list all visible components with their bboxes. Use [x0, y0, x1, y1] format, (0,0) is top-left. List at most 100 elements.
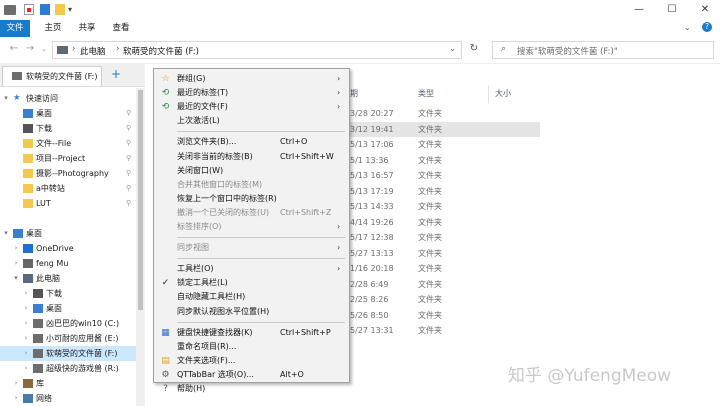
nav-item[interactable]: 文件--File ⚲ — [0, 136, 136, 151]
tab-file[interactable]: 文件 — [0, 20, 30, 37]
collapsed-chevron-icon[interactable]: › — [22, 286, 30, 301]
menu-item[interactable]: 关闭非当前的标签(B) Ctrl+Shift+W — [154, 150, 349, 164]
nav-item[interactable]: 摄影--Photography ⚲ — [0, 166, 136, 181]
file-type-cell[interactable]: 文件夹 — [418, 292, 442, 307]
menu-item[interactable]: ? 帮助(H) — [154, 382, 349, 396]
forward-button[interactable]: → — [24, 43, 36, 55]
file-type-cell[interactable]: 文件夹 — [418, 215, 442, 230]
expanded-chevron-icon[interactable]: ▾ — [2, 226, 10, 241]
column-header-size[interactable]: 大小 — [495, 88, 511, 102]
nav-item[interactable]: › 小可耐的应用酱 (E:) — [0, 331, 136, 346]
tab-share[interactable]: 共享 — [72, 20, 102, 37]
file-type-cell[interactable]: 文件夹 — [418, 308, 442, 323]
maximize-button[interactable]: ☐ — [657, 2, 687, 18]
menu-item[interactable]: ⟲ 最近的文件(F) › — [154, 100, 349, 114]
menu-item[interactable]: ☆ 群组(G) › — [154, 72, 349, 86]
nav-item[interactable]: › 桌面 — [0, 301, 136, 316]
help-icon[interactable]: ? — [702, 22, 712, 32]
collapsed-chevron-icon[interactable]: › — [22, 316, 30, 331]
menu-item[interactable]: ⚙ QTTabBar 选项(O)... Alt+O — [154, 368, 349, 382]
address-box[interactable]: › 此电脑 › 软萌受的文件菌 (F:) ⌄ — [52, 41, 462, 59]
menu-item[interactable]: 自动隐藏工具栏(H) — [154, 290, 349, 304]
menu-item[interactable]: 关闭窗口(W) — [154, 164, 349, 178]
nav-item[interactable]: › 凶巴巴的win10 (C:) — [0, 316, 136, 331]
file-type-cell[interactable]: 文件夹 — [418, 199, 442, 214]
nav-item[interactable]: › feng Mu — [0, 256, 136, 271]
nav-item[interactable]: › 网络 — [0, 391, 136, 406]
file-date-cell[interactable]: 4/14 19:26 — [350, 215, 394, 230]
nav-item[interactable]: 项目--Project ⚲ — [0, 151, 136, 166]
properties-icon[interactable] — [24, 4, 34, 15]
file-date-cell[interactable]: 3/28 20:27 — [350, 106, 394, 121]
nav-item[interactable]: a中转站 ⚲ — [0, 181, 136, 196]
nav-item[interactable]: ▾ 此电脑 — [0, 271, 136, 286]
file-date-cell[interactable]: 2/25 8:26 — [350, 292, 388, 307]
close-button[interactable]: ✕ — [690, 2, 720, 18]
new-folder-icon[interactable] — [40, 4, 50, 15]
file-date-cell[interactable]: 5/26 8:50 — [350, 308, 388, 323]
file-type-cell[interactable]: 文件夹 — [418, 246, 442, 261]
file-type-cell[interactable]: 文件夹 — [418, 106, 442, 121]
nav-item[interactable]: › 库 — [0, 376, 136, 391]
file-type-cell[interactable]: 文件夹 — [418, 261, 442, 276]
address-dropdown-icon[interactable]: ⌄ — [449, 44, 456, 54]
ribbon-expand-icon[interactable]: ⌄ — [684, 23, 691, 32]
collapsed-chevron-icon[interactable]: › — [12, 241, 20, 256]
folder-icon[interactable] — [55, 4, 65, 15]
menu-item[interactable]: 同步默认视图水平位置(H) — [154, 305, 349, 319]
file-date-cell[interactable]: 5/13 17:19 — [350, 184, 394, 199]
menu-item[interactable]: ✓ 锁定工具栏(L) — [154, 276, 349, 290]
tab-home[interactable]: 主页 — [38, 20, 68, 37]
file-type-cell[interactable]: 文件夹 — [418, 168, 442, 183]
nav-item[interactable]: › 软萌受的文件菌 (F:) — [0, 346, 136, 361]
file-date-cell[interactable]: 5/13 17:06 — [350, 137, 394, 152]
nav-item[interactable]: 桌面 ⚲ — [0, 106, 136, 121]
nav-item[interactable]: 下载 ⚲ — [0, 121, 136, 136]
menu-item[interactable]: ▦ 键盘快捷键查找器(K) Ctrl+Shift+P — [154, 326, 349, 340]
file-type-cell[interactable]: 文件夹 — [418, 277, 442, 292]
menu-item[interactable]: 浏览文件夹(B)... Ctrl+O — [154, 135, 349, 149]
tab-view[interactable]: 查看 — [106, 20, 136, 37]
file-date-cell[interactable]: 5/27 13:13 — [350, 246, 394, 261]
nav-item[interactable]: ▾ ★ 快速访问 — [0, 91, 136, 106]
file-date-cell[interactable]: 3/12 19:41 — [350, 122, 394, 137]
column-header-date[interactable]: 期 — [350, 88, 358, 102]
menu-item[interactable]: ▤ 文件夹选项(F)... — [154, 354, 349, 368]
collapsed-chevron-icon[interactable]: › — [12, 391, 20, 406]
nav-item[interactable]: › 超级快的游戏兽 (R:) — [0, 361, 136, 376]
file-date-cell[interactable]: 5/1 13:36 — [350, 153, 388, 168]
nav-item[interactable]: › OneDrive — [0, 241, 136, 256]
file-type-cell[interactable]: 文件夹 — [418, 122, 442, 137]
file-date-cell[interactable]: 5/13 14:33 — [350, 199, 394, 214]
breadcrumb-drive[interactable]: 软萌受的文件菌 (F:) — [123, 45, 199, 57]
quick-access-dropdown-icon[interactable]: ▾ — [68, 5, 72, 14]
collapsed-chevron-icon[interactable]: › — [12, 256, 20, 271]
column-header-type[interactable]: 类型 — [418, 88, 434, 102]
file-date-cell[interactable]: 2/28 6:49 — [350, 277, 388, 292]
collapsed-chevron-icon[interactable]: › — [22, 346, 30, 361]
file-type-cell[interactable]: 文件夹 — [418, 153, 442, 168]
add-tab-button[interactable]: + — [111, 67, 121, 81]
menu-item[interactable]: 恢复上一个窗口中的标签(R) — [154, 192, 349, 206]
back-button[interactable]: ← — [8, 43, 20, 55]
tab-current-folder[interactable]: 软萌受的文件菌 (F:) — [2, 66, 102, 86]
file-type-cell[interactable]: 文件夹 — [418, 184, 442, 199]
minimize-button[interactable]: — — [624, 2, 654, 18]
menu-item[interactable]: ⟲ 最近的标签(T) › — [154, 86, 349, 100]
nav-item[interactable]: LUT ⚲ — [0, 196, 136, 211]
expanded-chevron-icon[interactable]: ▾ — [12, 271, 20, 286]
file-date-cell[interactable]: 5/17 12:38 — [350, 230, 394, 245]
collapsed-chevron-icon[interactable]: › — [22, 361, 30, 376]
file-type-cell[interactable]: 文件夹 — [418, 323, 442, 338]
refresh-icon[interactable]: ↻ — [468, 43, 480, 55]
collapsed-chevron-icon[interactable]: › — [12, 376, 20, 391]
menu-item[interactable]: 上次激活(L) — [154, 114, 349, 128]
recent-locations-icon[interactable]: ⌄ — [38, 43, 50, 55]
collapsed-chevron-icon[interactable]: › — [22, 331, 30, 346]
file-date-cell[interactable]: 5/13 16:57 — [350, 168, 394, 183]
expanded-chevron-icon[interactable]: ▾ — [2, 91, 10, 106]
file-date-cell[interactable]: 5/27 13:31 — [350, 323, 394, 338]
menu-item[interactable]: 工具栏(O) › — [154, 262, 349, 276]
file-type-cell[interactable]: 文件夹 — [418, 137, 442, 152]
file-date-cell[interactable]: 1/16 20:18 — [350, 261, 394, 276]
